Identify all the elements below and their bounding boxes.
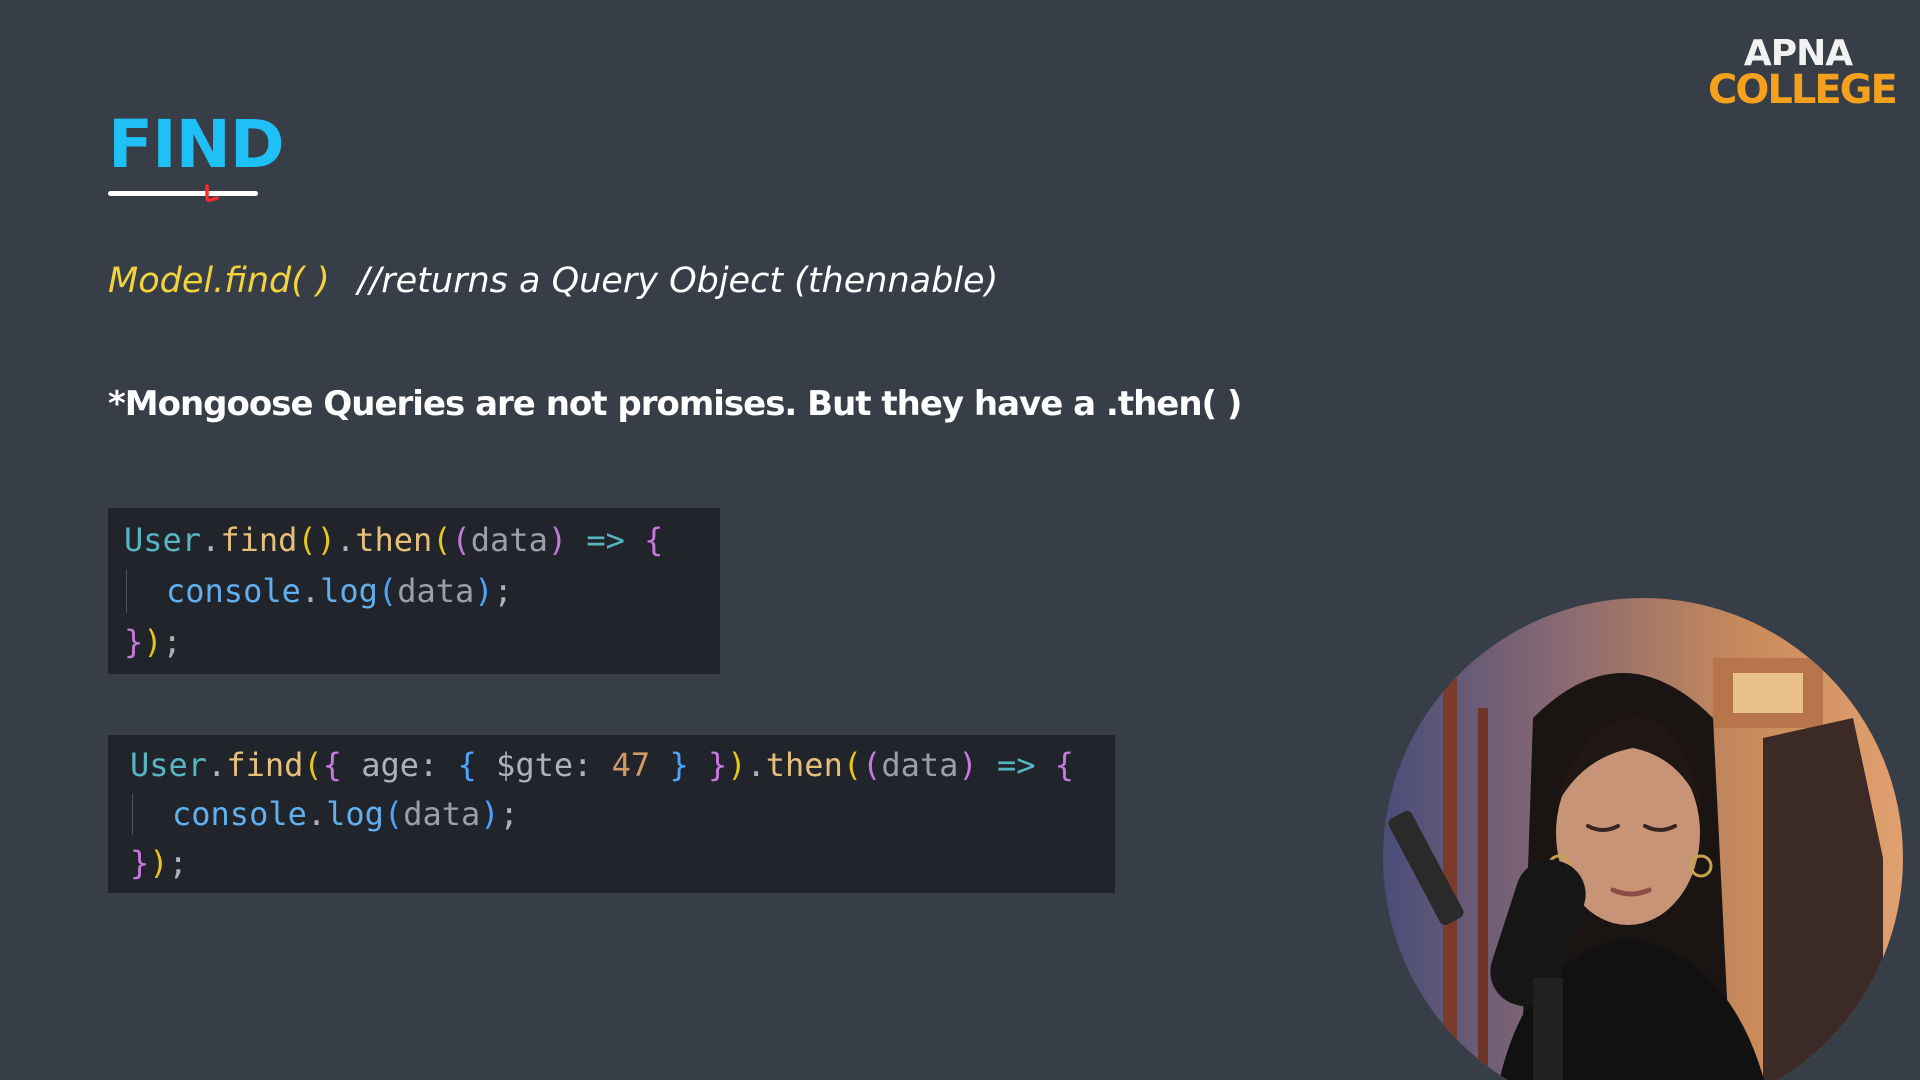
- code-token: }: [669, 746, 689, 784]
- code-token: ): [547, 521, 568, 559]
- method-signature: Model.find( ): [108, 261, 330, 301]
- code-token: {: [457, 746, 477, 784]
- code-token: data: [881, 746, 959, 784]
- code-token: find: [220, 521, 298, 559]
- code-token: User: [130, 746, 208, 784]
- code-token: {: [322, 746, 342, 784]
- presenter-image: [1383, 598, 1903, 1080]
- code-line: });: [130, 839, 1115, 888]
- code-token: (: [862, 746, 882, 784]
- code-token: find: [226, 746, 304, 784]
- code-token: .: [300, 572, 321, 610]
- code-token: (: [432, 521, 452, 559]
- code-token: (): [297, 521, 336, 559]
- code-token: then: [355, 521, 433, 559]
- method-line: Model.find( ) //returns a Query Object (t…: [108, 260, 998, 302]
- code-token: .: [207, 746, 227, 784]
- presenter-webcam: [1383, 598, 1903, 1080]
- code-token: .: [746, 746, 766, 784]
- code-token: {: [644, 521, 664, 559]
- title-underline: [108, 191, 258, 196]
- method-comment: //returns a Query Object (thennable): [357, 261, 999, 301]
- code-block-find-filter: User.find({ age: { $gte: 47 } }).then((d…: [108, 735, 1115, 893]
- code-token: ;: [168, 844, 188, 882]
- code-token: data: [397, 572, 475, 610]
- code-token: then: [765, 746, 843, 784]
- code-token: .: [201, 521, 221, 559]
- code-token: }: [707, 746, 728, 784]
- code-line: console.log(data);: [130, 790, 1115, 839]
- code-token: age:: [341, 746, 458, 784]
- code-token: }: [130, 844, 150, 882]
- code-token: (: [377, 572, 398, 610]
- code-token: data: [470, 521, 548, 559]
- indent-guide: [124, 566, 166, 617]
- code-token: (: [383, 795, 404, 833]
- mongoose-note: *Mongoose Queries are not promises. But …: [108, 384, 1242, 424]
- code-token: ): [149, 844, 169, 882]
- code-token: .: [306, 795, 327, 833]
- apna-college-logo: APNA COLLEGE: [1708, 36, 1898, 113]
- code-token: {: [1054, 746, 1075, 784]
- pen-cursor-icon: [205, 184, 219, 202]
- logo-line-2: COLLEGE: [1708, 67, 1898, 113]
- indent-guide: [130, 790, 172, 839]
- code-token: log: [320, 572, 378, 610]
- code-block-find-all: User.find().then((data) => {console.log(…: [108, 508, 720, 674]
- code-line: User.find().then((data) => {: [124, 515, 720, 566]
- code-token: log: [326, 795, 384, 833]
- code-token: ): [480, 795, 500, 833]
- code-token: 47: [611, 746, 651, 784]
- code-token: (: [451, 521, 471, 559]
- code-token: =>: [996, 746, 1036, 784]
- code-token: (: [303, 746, 323, 784]
- code-token: console: [172, 795, 307, 833]
- code-token: ): [474, 572, 494, 610]
- code-token: $gte:: [476, 746, 612, 784]
- slide-title: FIND: [108, 106, 285, 183]
- code-token: data: [403, 795, 481, 833]
- slide: APNA COLLEGE FIND Model.find( ) //returns…: [0, 0, 1920, 1080]
- code-token: console: [166, 572, 301, 610]
- code-line: });: [124, 617, 720, 668]
- code-token: User: [124, 521, 202, 559]
- code-token: ;: [499, 795, 519, 833]
- code-line: User.find({ age: { $gte: 47 } }).then((d…: [130, 741, 1115, 790]
- code-token: (: [842, 746, 863, 784]
- code-token: }: [124, 623, 144, 661]
- code-line: console.log(data);: [124, 566, 720, 617]
- code-token: =>: [586, 521, 625, 559]
- code-token: ): [727, 746, 747, 784]
- code-token: ;: [493, 572, 513, 610]
- code-token: ;: [162, 623, 182, 661]
- code-token: ): [143, 623, 163, 661]
- code-token: ): [958, 746, 978, 784]
- code-token: .: [335, 521, 356, 559]
